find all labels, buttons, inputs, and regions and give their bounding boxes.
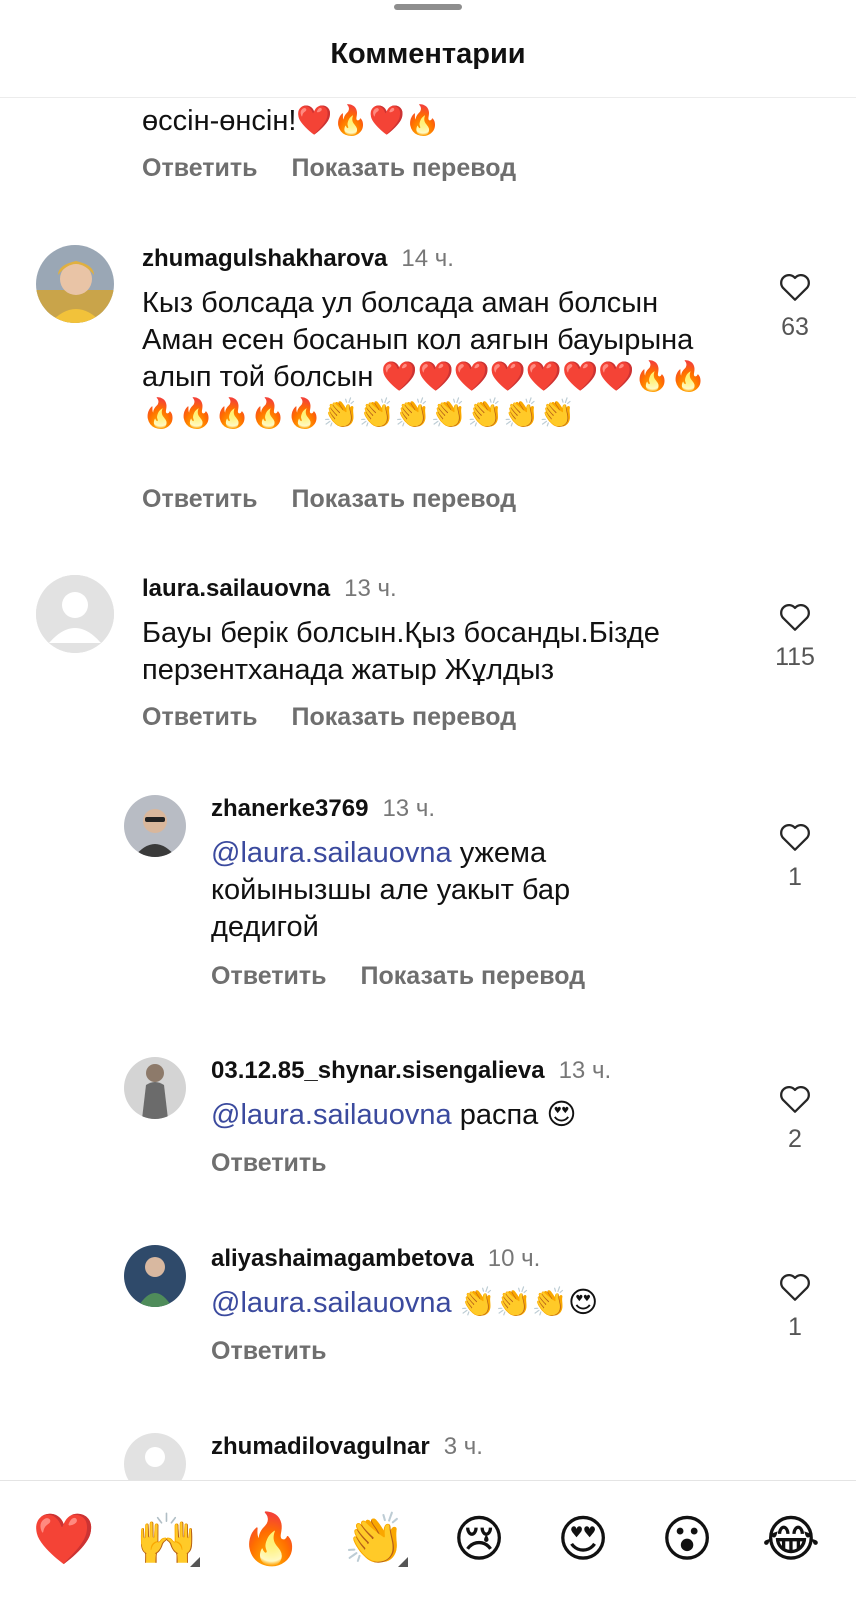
comment-actions: Ответить Показать перевод	[142, 154, 550, 183]
comment-actions: Ответить Показать перевод	[142, 703, 550, 732]
reply-actions: Ответить Показать перевод	[211, 962, 619, 991]
avatar[interactable]	[36, 245, 114, 323]
show-translation-button[interactable]: Показать перевод	[292, 485, 517, 514]
reply-button[interactable]: Ответить	[211, 962, 327, 991]
avatar[interactable]	[124, 795, 186, 857]
reply-button[interactable]: Ответить	[142, 703, 258, 732]
reply-text: @laura.sailauovna ужема койынызшы але уа…	[211, 837, 571, 943]
quick-emoji-bar: ❤️ 🙌 🔥 👏 😢 😍 😮 😂	[0, 1480, 856, 1601]
comment-author[interactable]: laura.sailauovna 13 ч.	[142, 575, 397, 603]
emoji-laughing-button[interactable]: 😂	[756, 1509, 826, 1569]
heart-icon	[780, 273, 810, 301]
like-button[interactable]: 115	[770, 601, 820, 672]
emoji-surprised-button[interactable]: 😮	[652, 1509, 722, 1569]
heart-icon	[780, 1273, 810, 1301]
avatar[interactable]	[124, 1433, 186, 1480]
avatar[interactable]	[124, 1245, 186, 1307]
reply-author[interactable]: aliyashaimagambetova 10 ч.	[211, 1245, 540, 1273]
avatar[interactable]	[124, 1057, 186, 1119]
variant-indicator-icon	[398, 1557, 408, 1567]
comment-text: Кыз болсада ул болсада аман болсын Аман …	[142, 287, 707, 430]
comment-time: 14 ч.	[401, 245, 454, 272]
reply-text: @laura.sailauovna 👏👏👏😍	[211, 1287, 599, 1319]
reply-time: 3 ч.	[443, 1433, 483, 1460]
mention-link[interactable]: @laura.sailauovna	[211, 1099, 452, 1131]
emoji-clap-button[interactable]: 👏	[340, 1509, 410, 1569]
like-count: 1	[788, 863, 802, 891]
reply-button[interactable]: Ответить	[142, 485, 258, 514]
reply-time: 13 ч.	[382, 795, 435, 822]
heart-icon	[780, 1085, 810, 1113]
like-count: 63	[781, 313, 809, 341]
like-count: 115	[775, 643, 815, 671]
comment-text: Бауы берік болсын.Қыз босанды.Бізде перз…	[142, 617, 660, 686]
emoji-heart-button[interactable]: ❤️	[29, 1509, 99, 1569]
mention-link[interactable]: @laura.sailauovna	[211, 837, 452, 869]
avatar[interactable]	[36, 575, 114, 653]
default-avatar-icon	[36, 575, 114, 653]
reply-time: 10 ч.	[487, 1245, 541, 1272]
like-button[interactable]: 63	[770, 271, 820, 342]
heart-icon	[780, 823, 810, 851]
reply-button[interactable]: Ответить	[142, 154, 258, 183]
like-count: 1	[788, 1313, 802, 1341]
show-translation-button[interactable]: Показать перевод	[292, 154, 517, 183]
emoji-raised-hands-button[interactable]: 🙌	[132, 1509, 202, 1569]
drag-handle[interactable]	[394, 4, 462, 10]
reply-actions: Ответить	[211, 1149, 361, 1178]
reply-text: @laura.sailauovna распа 😍	[211, 1099, 577, 1131]
comment-text: өссін-өнсін!❤️🔥❤️🔥	[142, 105, 441, 137]
show-translation-button[interactable]: Показать перевод	[361, 962, 586, 991]
like-button[interactable]: 2	[770, 1083, 820, 1154]
reply-button[interactable]: Ответить	[211, 1337, 327, 1366]
reply-author[interactable]: zhanerke3769 13 ч.	[211, 795, 435, 823]
reply-time: 13 ч.	[558, 1057, 612, 1084]
reply-author[interactable]: zhumadilovagulnar 3 ч.	[211, 1433, 483, 1461]
show-translation-button[interactable]: Показать перевод	[292, 703, 517, 732]
like-button[interactable]: 1	[770, 1271, 820, 1342]
emoji-crying-button[interactable]: 😢	[444, 1509, 514, 1569]
comment-actions: Ответить Показать перевод	[142, 485, 550, 514]
reply-actions: Ответить	[211, 1337, 361, 1366]
page-title: Комментарии	[330, 38, 526, 70]
heart-icon	[780, 603, 810, 631]
reply-author[interactable]: 03.12.85_shynar.sisengalieva 13 ч.	[211, 1057, 611, 1085]
comments-feed[interactable]: өссін-өнсін!❤️🔥❤️🔥 Ответить Показать пере…	[0, 97, 856, 1480]
variant-indicator-icon	[190, 1557, 200, 1567]
comment-author[interactable]: zhumagulshakharova 14 ч.	[142, 245, 454, 273]
reply-button[interactable]: Ответить	[211, 1149, 327, 1178]
mention-link[interactable]: @laura.sailauovna	[211, 1287, 452, 1319]
default-avatar-icon	[124, 1433, 186, 1480]
like-button[interactable]: 1	[770, 821, 820, 892]
comments-header: Комментарии	[0, 0, 856, 98]
emoji-fire-button[interactable]: 🔥	[236, 1509, 306, 1569]
emoji-heart-eyes-button[interactable]: 😍	[548, 1509, 618, 1569]
comment-time: 13 ч.	[344, 575, 397, 602]
like-count: 2	[788, 1125, 802, 1153]
